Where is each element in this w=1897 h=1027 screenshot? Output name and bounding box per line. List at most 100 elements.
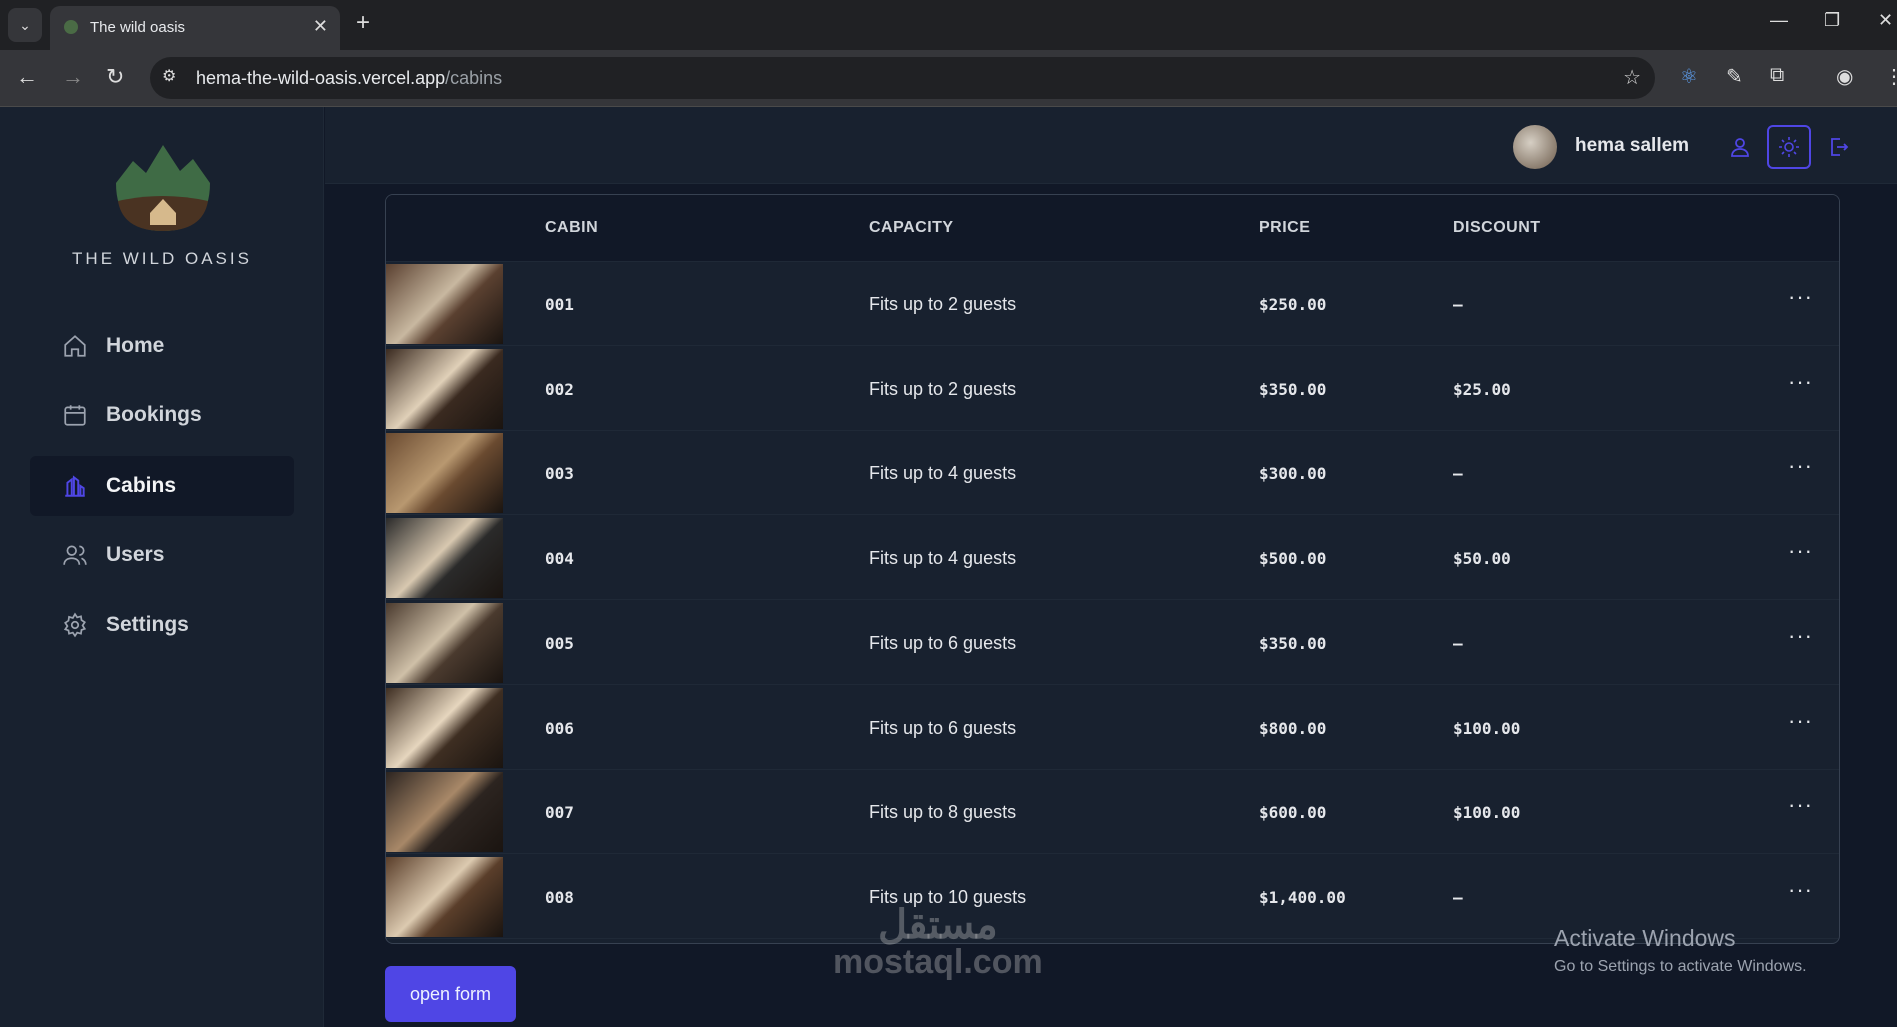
extensions-icon[interactable]: ⧉ xyxy=(1770,64,1784,87)
minimize-button[interactable]: — xyxy=(1770,10,1788,31)
cabin-discount: – xyxy=(1453,633,1463,653)
cabin-image xyxy=(386,856,503,937)
sidebar-item-bookings[interactable]: Bookings xyxy=(30,385,294,445)
open-form-button[interactable]: open form xyxy=(385,966,516,1022)
cabin-capacity: Fits up to 2 guests xyxy=(869,378,1017,399)
column-header-capacity: CAPACITY xyxy=(869,219,954,236)
react-devtools-icon[interactable]: ⚛ xyxy=(1680,64,1698,89)
gear-icon xyxy=(63,612,87,638)
cabin-name: 006 xyxy=(545,718,574,738)
cabins-table: CABIN CAPACITY PRICE DISCOUNT 001 Fits u… xyxy=(385,194,1840,944)
back-icon[interactable]: ← xyxy=(16,64,38,90)
cabin-discount: $100.00 xyxy=(1453,718,1521,738)
cabin-price: $250.00 xyxy=(1259,295,1327,314)
forward-icon[interactable]: → xyxy=(62,64,84,90)
account-button[interactable] xyxy=(1718,125,1762,169)
sidebar-item-label: Users xyxy=(106,543,165,566)
menu-icon[interactable]: ⋮ xyxy=(1884,64,1897,89)
cabin-price: $600.00 xyxy=(1259,803,1327,823)
cabin-name: 004 xyxy=(545,549,574,569)
browser-tab[interactable]: The wild oasis ✕ xyxy=(50,6,340,50)
chart-icon xyxy=(65,475,85,497)
cabin-price: $350.00 xyxy=(1259,633,1327,653)
profile-icon[interactable]: ◉ xyxy=(1836,64,1853,89)
cabin-discount: – xyxy=(1453,887,1463,907)
brand-name: THE WILD OASIS xyxy=(72,249,252,268)
row-actions-menu-icon[interactable]: ··· xyxy=(1788,792,1813,818)
close-window-button[interactable]: ✕ xyxy=(1878,10,1893,31)
activate-title: Activate Windows xyxy=(1554,925,1736,951)
table-row: 001 Fits up to 2 guests $250.00 – ··· xyxy=(386,262,1839,346)
tab-search-button[interactable]: ⌄ xyxy=(8,8,42,42)
theme-toggle-button[interactable] xyxy=(1767,125,1811,169)
table-row: 002 Fits up to 2 guests $350.00 $25.00 ·… xyxy=(386,347,1839,431)
cabin-capacity: Fits up to 6 guests xyxy=(869,632,1017,653)
sidebar-item-label: Home xyxy=(106,334,165,357)
user-name: hema sallem xyxy=(1575,135,1690,156)
reload-icon[interactable]: ↻ xyxy=(106,64,124,90)
activate-subtitle: Go to Settings to activate Windows. xyxy=(1554,958,1807,975)
cabin-image xyxy=(386,348,503,429)
table-row: 005 Fits up to 6 guests $350.00 – ··· xyxy=(386,601,1839,685)
watermark: مستقل mostaql.com xyxy=(833,905,1043,979)
close-tab-icon[interactable]: ✕ xyxy=(313,16,328,37)
sidebar-item-home[interactable]: Home xyxy=(30,316,294,376)
cabin-price: $800.00 xyxy=(1259,718,1327,738)
row-actions-menu-icon[interactable]: ··· xyxy=(1788,877,1813,903)
sun-icon xyxy=(1779,137,1799,157)
sidebar-item-users[interactable]: Users xyxy=(30,525,294,585)
row-actions-menu-icon[interactable]: ··· xyxy=(1788,538,1813,564)
site-info-icon[interactable]: ⚙ xyxy=(162,66,176,86)
url-input[interactable]: ⚙ hema-the-wild-oasis.vercel.app/cabins … xyxy=(150,57,1655,99)
cabin-discount: $50.00 xyxy=(1453,549,1511,569)
cabin-name: 002 xyxy=(545,379,574,399)
sidebar-item-label: Bookings xyxy=(106,403,202,426)
tab-title: The wild oasis xyxy=(90,19,186,36)
cabin-name: 007 xyxy=(545,803,574,823)
cabin-name: 008 xyxy=(545,887,574,907)
watermark-arabic: مستقل xyxy=(878,903,998,947)
cabin-capacity: Fits up to 4 guests xyxy=(869,463,1017,484)
cabin-image xyxy=(386,602,503,683)
sidebar-item-cabins[interactable]: Cabins xyxy=(30,456,294,516)
users-icon xyxy=(63,545,87,565)
row-actions-menu-icon[interactable]: ··· xyxy=(1788,623,1813,649)
row-actions-menu-icon[interactable]: ··· xyxy=(1788,284,1813,310)
logout-icon xyxy=(1831,138,1849,156)
logo xyxy=(116,145,210,231)
table-row: 004 Fits up to 4 guests $500.00 $50.00 ·… xyxy=(386,516,1839,601)
new-tab-button[interactable]: + xyxy=(356,9,370,37)
cabin-discount: $25.00 xyxy=(1453,379,1511,399)
table-row: 006 Fits up to 6 guests $800.00 $100.00 … xyxy=(386,686,1839,770)
cabin-price: $350.00 xyxy=(1259,379,1327,399)
cabin-price: $500.00 xyxy=(1259,549,1327,569)
activate-windows-notice: Activate Windows Go to Settings to activa… xyxy=(1554,925,1807,976)
bookmark-star-icon[interactable]: ☆ xyxy=(1623,65,1641,90)
row-actions-menu-icon[interactable]: ··· xyxy=(1788,369,1813,395)
column-header-discount: DISCOUNT xyxy=(1453,219,1541,236)
url-host: hema-the-wild-oasis.vercel.app xyxy=(196,68,446,88)
cabin-discount: – xyxy=(1453,295,1463,314)
url-path: /cabins xyxy=(445,68,503,88)
logout-button[interactable] xyxy=(1816,125,1860,169)
restore-button[interactable]: ❐ xyxy=(1824,10,1840,31)
column-header-price: PRICE xyxy=(1259,219,1311,236)
calendar-icon xyxy=(64,405,86,426)
cabin-discount: $100.00 xyxy=(1453,803,1521,823)
row-actions-menu-icon[interactable]: ··· xyxy=(1788,708,1813,734)
sidebar: THE WILD OASIS Home Bookings Cabins User… xyxy=(0,107,324,1027)
table-header: CABIN CAPACITY PRICE DISCOUNT xyxy=(386,195,1839,262)
cabin-discount: – xyxy=(1453,464,1463,484)
color-picker-icon[interactable]: ✎ xyxy=(1726,64,1743,89)
app-header: hema sallem xyxy=(325,107,1897,184)
watermark-latin: mostaql.com xyxy=(833,943,1043,981)
cabin-capacity: Fits up to 6 guests xyxy=(869,717,1017,738)
user-icon xyxy=(1731,138,1749,157)
cabin-capacity: Fits up to 2 guests xyxy=(869,294,1017,314)
address-bar-row: ← → ↻ ⚙ hema-the-wild-oasis.vercel.app/c… xyxy=(0,50,1897,107)
sidebar-item-settings[interactable]: Settings xyxy=(30,595,294,655)
table-row: 007 Fits up to 8 guests $600.00 $100.00 … xyxy=(386,770,1839,855)
row-actions-menu-icon[interactable]: ··· xyxy=(1788,453,1813,479)
home-icon xyxy=(64,335,86,357)
cabin-image xyxy=(386,772,503,853)
